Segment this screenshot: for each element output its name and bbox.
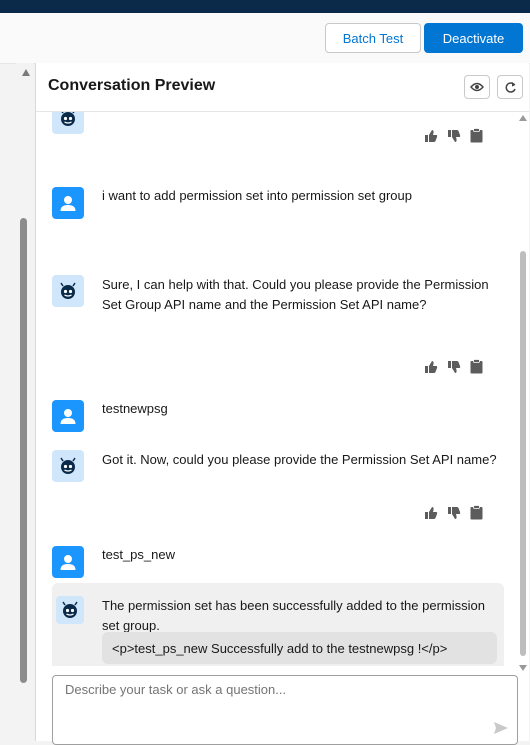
- messages-scrollbar-thumb[interactable]: [520, 251, 526, 656]
- batch-test-button[interactable]: Batch Test: [325, 23, 421, 53]
- bot-icon: [60, 282, 76, 299]
- code-output-chip: <p>test_ps_new Successfully add to the t…: [102, 632, 497, 664]
- bot-icon: [60, 111, 76, 126]
- feedback-controls: [424, 359, 483, 374]
- agent-message: The permission set has been successfully…: [102, 598, 485, 633]
- user-icon: [60, 409, 76, 424]
- user-message: test_ps_new: [102, 547, 175, 562]
- clipboard-icon[interactable]: [470, 128, 483, 143]
- agent-message: Sure, I can help with that. Could you pl…: [102, 277, 489, 312]
- bot-avatar: [52, 450, 84, 482]
- bot-avatar: [52, 275, 84, 307]
- clipboard-icon[interactable]: [470, 505, 483, 520]
- message-input[interactable]: [53, 676, 517, 744]
- deactivate-button[interactable]: Deactivate: [424, 23, 523, 53]
- thumbs-down-icon[interactable]: [447, 506, 461, 520]
- user-icon: [60, 196, 76, 211]
- user-message: i want to add permission set into permis…: [102, 188, 412, 203]
- thumbs-down-icon[interactable]: [447, 360, 461, 374]
- panel-header: Conversation Preview: [36, 63, 529, 112]
- user-avatar: [52, 546, 84, 578]
- thumbs-down-icon[interactable]: [447, 129, 461, 143]
- thumbs-up-icon[interactable]: [424, 506, 438, 520]
- scroll-down-arrow-icon[interactable]: [519, 665, 527, 671]
- composer: [52, 675, 518, 745]
- bot-icon: [60, 457, 76, 474]
- agent-message: Got it. Now, could you please provide th…: [102, 452, 497, 467]
- scrollbar-thumb[interactable]: [20, 218, 27, 683]
- bot-icon: [62, 601, 78, 618]
- bot-avatar: [56, 596, 84, 624]
- user-avatar: [52, 400, 84, 432]
- eye-icon[interactable]: [464, 75, 490, 99]
- top-nav-bar: [0, 0, 530, 13]
- message-list: i want to add permission set into permis…: [36, 111, 516, 666]
- page-scrollbar[interactable]: [16, 63, 34, 741]
- messages-scrollbar[interactable]: [519, 111, 527, 671]
- thumbs-up-icon[interactable]: [424, 129, 438, 143]
- refresh-icon[interactable]: [497, 75, 523, 99]
- conversation-preview-panel: Conversation Preview i want to add permi…: [35, 63, 529, 745]
- bot-avatar: [52, 111, 84, 134]
- toolbar: Batch Test Deactivate: [0, 13, 530, 64]
- thumbs-up-icon[interactable]: [424, 360, 438, 374]
- panel-title: Conversation Preview: [48, 77, 216, 94]
- user-message: testnewpsg: [102, 401, 168, 416]
- send-icon[interactable]: [493, 721, 509, 740]
- scroll-up-arrow-icon[interactable]: [22, 69, 30, 76]
- feedback-controls: [424, 505, 483, 520]
- user-icon: [60, 555, 76, 570]
- user-avatar: [52, 187, 84, 219]
- clipboard-icon[interactable]: [470, 359, 483, 374]
- feedback-controls: [424, 128, 483, 143]
- scroll-up-arrow-icon[interactable]: [519, 115, 527, 121]
